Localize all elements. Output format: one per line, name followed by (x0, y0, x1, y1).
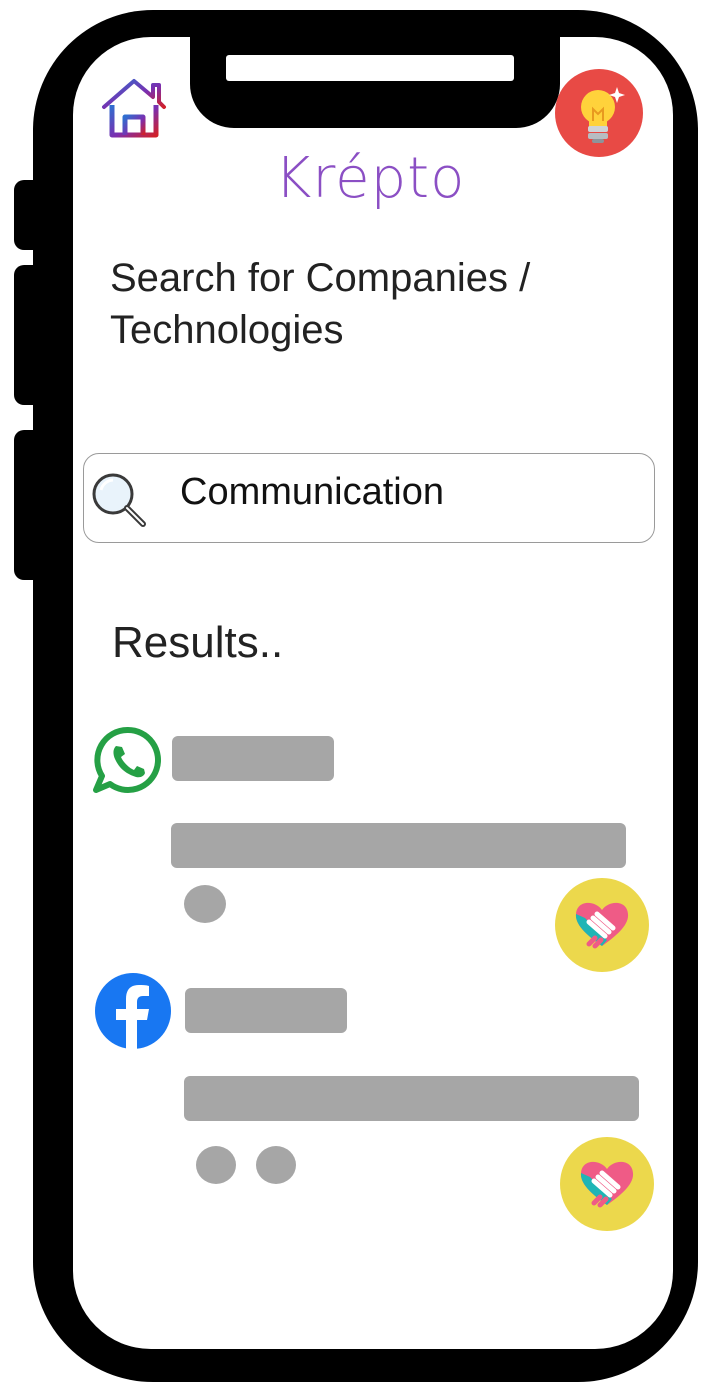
partner-button[interactable] (560, 1137, 654, 1231)
lightbulb-icon (581, 87, 625, 143)
whatsapp-logo (92, 724, 164, 796)
whatsapp-icon (93, 726, 161, 793)
page-subtitle: Search for Companies / Technologies (110, 256, 531, 352)
result-title-placeholder (172, 736, 334, 781)
home-button[interactable] (101, 77, 167, 139)
result-rating-dot (196, 1146, 236, 1184)
result-description-placeholder (184, 1076, 639, 1121)
volume-down-button (14, 430, 44, 580)
handshake-icon (575, 902, 629, 949)
mute-switch (14, 180, 44, 250)
phone-speaker (226, 55, 514, 81)
result-title-placeholder (185, 988, 347, 1033)
result-rating-dot (256, 1146, 296, 1184)
app-logo: Krépto (274, 146, 466, 211)
volume-up-button (14, 265, 44, 405)
search-query-text: Communication (180, 471, 444, 513)
facebook-logo (94, 972, 172, 1050)
handshake-icon (580, 1161, 634, 1208)
search-button[interactable] (89, 470, 149, 530)
facebook-icon (95, 973, 171, 1050)
result-description-placeholder (171, 823, 626, 868)
home-icon (102, 79, 166, 138)
results-heading: Results.. (112, 618, 284, 667)
idea-button[interactable] (555, 69, 643, 157)
partner-button[interactable] (555, 878, 649, 972)
magnifier-icon (92, 473, 146, 527)
result-rating-dot (184, 885, 226, 923)
